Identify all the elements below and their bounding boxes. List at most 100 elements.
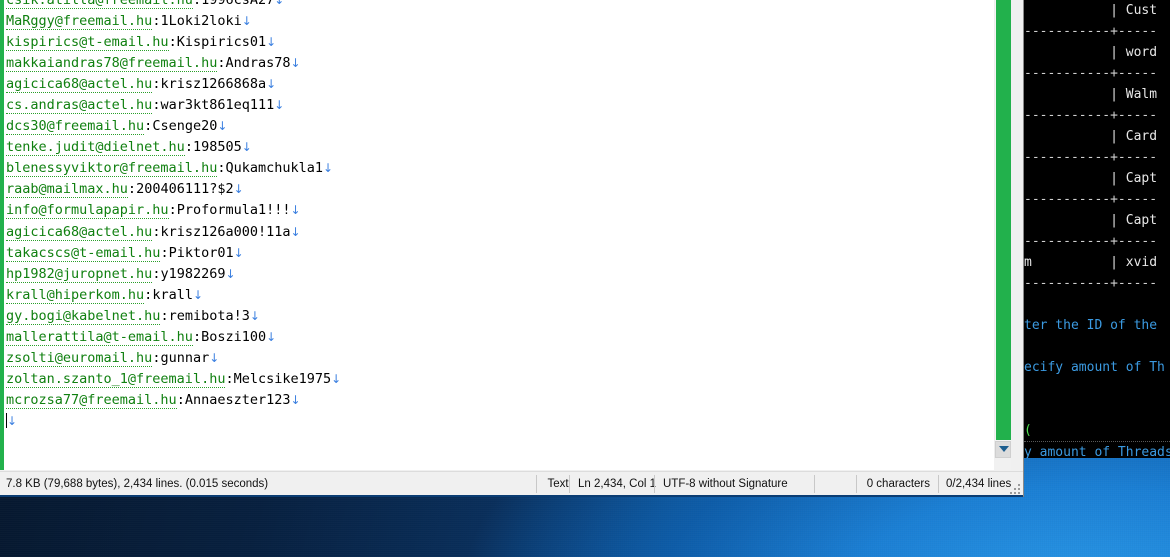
credential-email[interactable]: zoltan.szanto_1@freemail.hu (6, 370, 226, 388)
line-break-marker: ↓ (266, 77, 277, 92)
credential-password[interactable]: Annaeszter123 (185, 392, 291, 408)
editor-line[interactable]: blenessyviktor@freemail.hu:Qukamchukla1↓ (6, 158, 341, 179)
editor-line[interactable]: MaRggy@freemail.hu:1Loki2loki↓ (6, 11, 341, 32)
console-cell-value: | Cust (1110, 3, 1158, 18)
credential-password[interactable]: Boszi100 (201, 329, 266, 345)
separator-text: -----------+----- (1024, 24, 1158, 39)
console-cell-left (1024, 3, 1110, 18)
separator-text: -----------+----- (1024, 150, 1158, 165)
credential-separator: : (160, 307, 169, 324)
credential-password[interactable]: Piktor01 (169, 245, 234, 261)
credential-email[interactable]: MaRggy@freemail.hu (6, 13, 153, 31)
editor-line[interactable]: zsolti@euromail.hu:gunnar↓ (6, 348, 341, 369)
credential-password[interactable]: gunnar (160, 350, 209, 366)
editor-line[interactable]: makkaiandras78@freemail.hu:Andras78↓ (6, 53, 341, 74)
status-encoding: UTF-8 without Signature (663, 478, 788, 490)
credential-password[interactable]: y1982269 (160, 266, 225, 282)
chevron-down-icon (999, 446, 1009, 452)
credential-email[interactable]: hp1982@juropnet.hu (6, 265, 153, 283)
credential-password[interactable]: krisz126a000!11a (160, 224, 290, 240)
console-table-row: | word (1024, 42, 1170, 63)
line-break-marker: ↓ (323, 161, 334, 176)
credential-email[interactable]: makkaiandras78@freemail.hu (6, 55, 218, 73)
credential-email[interactable]: blenessyviktor@freemail.hu (6, 160, 218, 178)
credential-email[interactable]: dcs30@freemail.hu (6, 118, 145, 136)
credential-password[interactable]: remibota!3 (169, 308, 250, 324)
credential-password[interactable]: Csenge20 (152, 118, 217, 134)
separator-text: -----------+----- (1024, 108, 1158, 123)
credential-email[interactable]: cs.andras@actel.hu (6, 97, 153, 115)
credential-password[interactable]: Proformula1!!! (177, 202, 291, 218)
editor-line[interactable]: agicica68@actel.hu:krisz126a000!11a↓ (6, 222, 341, 243)
credential-email[interactable]: kispirics@t-email.hu (6, 34, 169, 52)
credential-password[interactable]: Qukamchukla1 (225, 160, 323, 176)
credential-password[interactable]: 1Loki2loki (160, 13, 241, 29)
editor-line[interactable]: zoltan.szanto_1@freemail.hu:Melcsike1975… (6, 369, 341, 390)
status-divider (938, 475, 939, 493)
credential-email[interactable]: krall@hiperkom.hu (6, 286, 145, 304)
editor-text-area[interactable]: csik.atilla@freemail.hu:1996csA27↓ MaRggy… (0, 0, 994, 470)
line-break-marker: ↓ (249, 308, 260, 323)
credential-email[interactable]: tenke.judit@dielnet.hu (6, 139, 185, 157)
credential-password[interactable]: 1996csA27 (201, 0, 274, 8)
credential-email[interactable]: agicica68@actel.hu (6, 223, 153, 241)
scrollbar-corner (994, 458, 1011, 470)
console-cell-value: | Capt (1110, 171, 1158, 186)
console-table-row: m | xvid (1024, 252, 1170, 273)
editor-left-margin-bar (0, 0, 4, 470)
console-cell-left: m (1024, 255, 1111, 270)
line-break-marker: ↓ (192, 287, 204, 302)
credential-separator: : (168, 202, 177, 219)
credential-password[interactable]: 200406111?$2 (136, 181, 234, 197)
editor-line[interactable]: dcs30@freemail.hu:Csenge20↓ (6, 116, 341, 137)
scroll-down-button[interactable] (995, 441, 1011, 458)
editor-line-empty[interactable]: ↓ (6, 411, 341, 432)
credential-email[interactable]: mcrozsa77@freemail.hu (6, 391, 177, 409)
status-file-type: Text (547, 478, 569, 490)
editor-line[interactable]: csik.atilla@freemail.hu:1996csA27↓ (6, 0, 341, 11)
credential-password[interactable]: krisz1266868a (160, 76, 266, 92)
credential-password[interactable]: Kispirics01 (177, 34, 266, 50)
credential-email[interactable]: raab@mailmax.hu (6, 181, 128, 199)
credential-email[interactable]: mallerattila@t-email.hu (6, 328, 193, 346)
credential-password[interactable]: krall (152, 287, 193, 303)
resize-grip-icon[interactable] (1008, 482, 1021, 495)
editor-line[interactable]: raab@mailmax.hu:200406111?$2↓ (6, 179, 341, 200)
credential-password[interactable]: 198505 (193, 139, 242, 155)
editor-line[interactable]: info@formulapapir.hu:Proformula1!!!↓ (6, 200, 341, 221)
editor-line[interactable]: cs.andras@actel.hu:war3kt861eq111↓ (6, 95, 341, 116)
line-break-marker: ↓ (217, 119, 228, 134)
eof-marker: ↓ (7, 413, 18, 428)
editor-content[interactable]: csik.atilla@freemail.hu:1996csA27↓ MaRggy… (6, 0, 341, 432)
credential-email[interactable]: info@formulapapir.hu (6, 202, 169, 220)
credential-password[interactable]: war3kt861eq111 (160, 97, 274, 113)
console-table-separator: -----------+----- (1024, 189, 1170, 210)
scrollbar-thumb[interactable] (996, 0, 1011, 440)
credential-email[interactable]: takacscs@t-email.hu (6, 244, 161, 262)
console-table-separator: -----------+----- (1024, 21, 1170, 42)
editor-line[interactable]: mcrozsa77@freemail.hu:Annaeszter123↓ (6, 390, 341, 411)
line-break-marker: ↓ (266, 35, 277, 50)
console-prompt-line: ecify amount of Th (1024, 357, 1170, 378)
text-editor-window[interactable]: csik.atilla@freemail.hu:1996csA27↓ MaRggy… (0, 0, 1024, 497)
editor-line[interactable]: takacscs@t-email.hu:Piktor01↓ (6, 243, 341, 264)
editor-line[interactable]: tenke.judit@dielnet.hu:198505↓ (6, 137, 341, 158)
credential-password[interactable]: Andras78 (225, 55, 290, 71)
editor-line[interactable]: hp1982@juropnet.hu:y1982269↓ (6, 264, 341, 285)
editor-line[interactable]: agicica68@actel.hu:krisz1266868a↓ (6, 74, 341, 95)
credential-separator: : (176, 391, 185, 408)
editor-line[interactable]: krall@hiperkom.hu:krall↓ (6, 285, 341, 306)
console-window[interactable]: | Cust -----------+----- | word ----------… (1020, 0, 1170, 458)
console-cell-left (1024, 171, 1110, 186)
editor-line[interactable]: gy.bogi@kabelnet.hu:remibota!3↓ (6, 306, 341, 327)
credential-email[interactable]: gy.bogi@kabelnet.hu (6, 307, 161, 325)
vertical-scrollbar[interactable] (994, 0, 1011, 470)
credential-email[interactable]: zsolti@euromail.hu (6, 349, 153, 367)
editor-line[interactable]: kispirics@t-email.hu:Kispirics01↓ (6, 32, 341, 53)
credential-email[interactable]: csik.atilla@freemail.hu (6, 0, 193, 9)
credential-separator: : (168, 34, 177, 51)
credential-password[interactable]: Melcsike1975 (234, 371, 332, 387)
credential-email[interactable]: agicica68@actel.hu (6, 76, 153, 94)
editor-line[interactable]: mallerattila@t-email.hu:Boszi100↓ (6, 327, 341, 348)
